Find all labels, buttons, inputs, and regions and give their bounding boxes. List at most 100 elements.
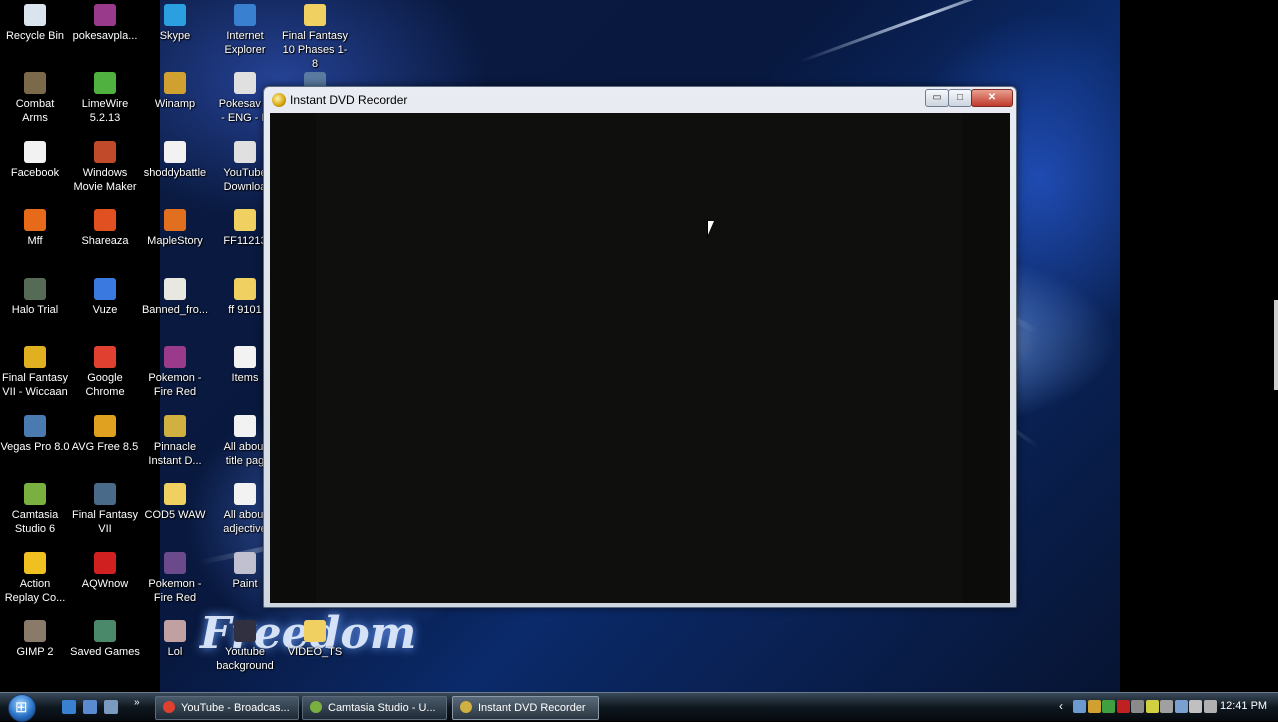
desktop-icon[interactable]: Youtube background [210,620,280,673]
vegas-icon [24,415,46,437]
desktop-icon-label: VIDEO_TS [287,646,343,658]
show-hidden-icons-button[interactable]: ‹ [1059,699,1063,713]
desktop-icon-label: Pokemon - Fire Red [148,578,202,604]
ie-icon [234,4,256,26]
dvd-recorder-app-icon[interactable] [272,93,286,107]
start-button[interactable] [8,694,36,722]
screen-edge-mark [1274,300,1278,390]
desktop-icon[interactable]: Final Fantasy VII [70,483,140,536]
desktop-icon-label: Mff [27,235,43,247]
taskbar-button[interactable]: Camtasia Studio - U... [302,696,447,720]
desktop-icon[interactable]: Mff [0,209,70,248]
desktop-icon[interactable]: Pokemon - Fire Red [140,552,210,605]
skype-icon [164,4,186,26]
desktop-icon[interactable]: Google Chrome [70,346,140,399]
desktop-icon[interactable]: shoddybattle [140,141,210,180]
desktop-icon[interactable]: Banned_fro... [140,278,210,317]
desktop-icon-label: Facebook [10,167,60,179]
desktop-icon[interactable]: Shareaza [70,209,140,248]
desktop-icon-label: Halo Trial [11,304,59,316]
desktop-icon[interactable]: Skype [140,4,210,43]
saved-games-icon [94,620,116,642]
document-icon [234,483,256,505]
desktop-icon[interactable]: LimeWire 5.2.13 [70,72,140,125]
show-desktop-icon[interactable] [83,700,97,714]
desktop-icon[interactable]: VIDEO_TS [280,620,350,659]
volume-icon[interactable] [1189,700,1202,713]
desktop-icon[interactable]: Final Fantasy 10 Phases 1-8 [280,4,350,71]
taskbar-button-label: YouTube - Broadcas... [181,702,290,714]
desktop-icon[interactable]: Camtasia Studio 6 [0,483,70,536]
tray-icon-3[interactable] [1102,700,1115,713]
minimize-button[interactable]: ▭ [925,89,949,107]
desktop-icon-label: Final Fantasy VII [71,509,139,535]
desktop-icon[interactable]: Winamp [140,72,210,111]
maplestory-icon [164,209,186,231]
avg-icon [94,415,116,437]
window-titlebar[interactable]: Instant DVD Recorder ▭ □ ✕ [264,87,1016,113]
paint-icon [234,552,256,574]
desktop-icon[interactable]: Pokemon - Fire Red [140,346,210,399]
desktop-icon-label: LimeWire 5.2.13 [81,98,129,124]
chrome-icon [163,701,175,714]
firefox-icon [24,209,46,231]
desktop-icon[interactable]: Vuze [70,278,140,317]
desktop-icon[interactable]: Internet Explorer [210,4,280,57]
document-icon [164,141,186,163]
tray-icon-7[interactable] [1160,700,1173,713]
desktop-icon[interactable]: Action Replay Co... [0,552,70,605]
network-icon[interactable] [1174,700,1188,713]
desktop-icon[interactable]: Saved Games [70,620,140,659]
switch-windows-icon[interactable] [104,700,118,714]
clock[interactable]: 12:41 PM [1220,700,1267,712]
tray-icon-1[interactable] [1073,700,1086,713]
youtube-icon [234,141,256,163]
desktop-icon[interactable]: Halo Trial [0,278,70,317]
tray-icon-5[interactable] [1131,700,1144,713]
action-replay-icon [24,552,46,574]
shareaza-icon [94,209,116,231]
gimp-icon [24,620,46,642]
quick-launch-expand-icon[interactable]: » [134,697,140,708]
folder-icon [304,620,326,642]
document-icon [234,346,256,368]
wallpaper-streak [799,0,1045,63]
desktop-icon[interactable]: MapleStory [140,209,210,248]
ie-icon[interactable] [62,700,76,714]
desktop-icon[interactable]: Recycle Bin [0,4,70,43]
vuze-icon [94,278,116,300]
desktop-icon[interactable]: Vegas Pro 8.0 [0,415,70,454]
camtasia-icon [310,701,322,714]
desktop-icon[interactable]: Final Fantasy VII - Wiccaan [0,346,70,399]
desktop-icon[interactable]: Combat Arms [0,72,70,125]
close-button[interactable]: ✕ [971,89,1013,107]
winamp-icon [164,72,186,94]
desktop-icon-label: MapleStory [147,235,203,247]
tray-icon-10[interactable] [1203,700,1217,713]
instant-dvd-recorder-window[interactable]: Instant DVD Recorder ▭ □ ✕ [263,86,1017,608]
desktop-icon[interactable]: Facebook [0,141,70,180]
tray-icon-2[interactable] [1087,700,1101,713]
desktop-icon-label: Final Fantasy 10 Phases 1-8 [281,30,349,70]
desktop-icon[interactable]: pokesavpla... [70,4,140,43]
desktop-icon[interactable]: Lol [140,620,210,659]
desktop-icon[interactable]: AQWnow [70,552,140,591]
archive-icon [94,4,116,26]
desktop-icon-label: Skype [159,30,191,42]
taskbar-button[interactable]: Instant DVD Recorder [452,696,599,720]
tray-icon-6[interactable] [1145,700,1159,713]
desktop-icon[interactable]: COD5 WAW [140,483,210,522]
desktop-icon-label: Pinnacle Instant D... [148,441,202,467]
folder-icon [304,4,326,26]
desktop-icon-label: Youtube background [216,646,274,672]
desktop-icon[interactable]: Pinnacle Instant D... [140,415,210,468]
desktop-icon[interactable]: Windows Movie Maker [70,141,140,194]
video-preview-area[interactable] [270,113,1010,603]
maximize-button[interactable]: □ [948,89,972,107]
taskbar-button[interactable]: YouTube - Broadcas... [155,696,299,720]
game-icon [94,483,116,505]
desktop-icon[interactable]: AVG Free 8.5 [70,415,140,454]
movie-maker-icon [94,141,116,163]
desktop-icon[interactable]: GIMP 2 [0,620,70,659]
ati-icon[interactable] [1116,700,1130,713]
